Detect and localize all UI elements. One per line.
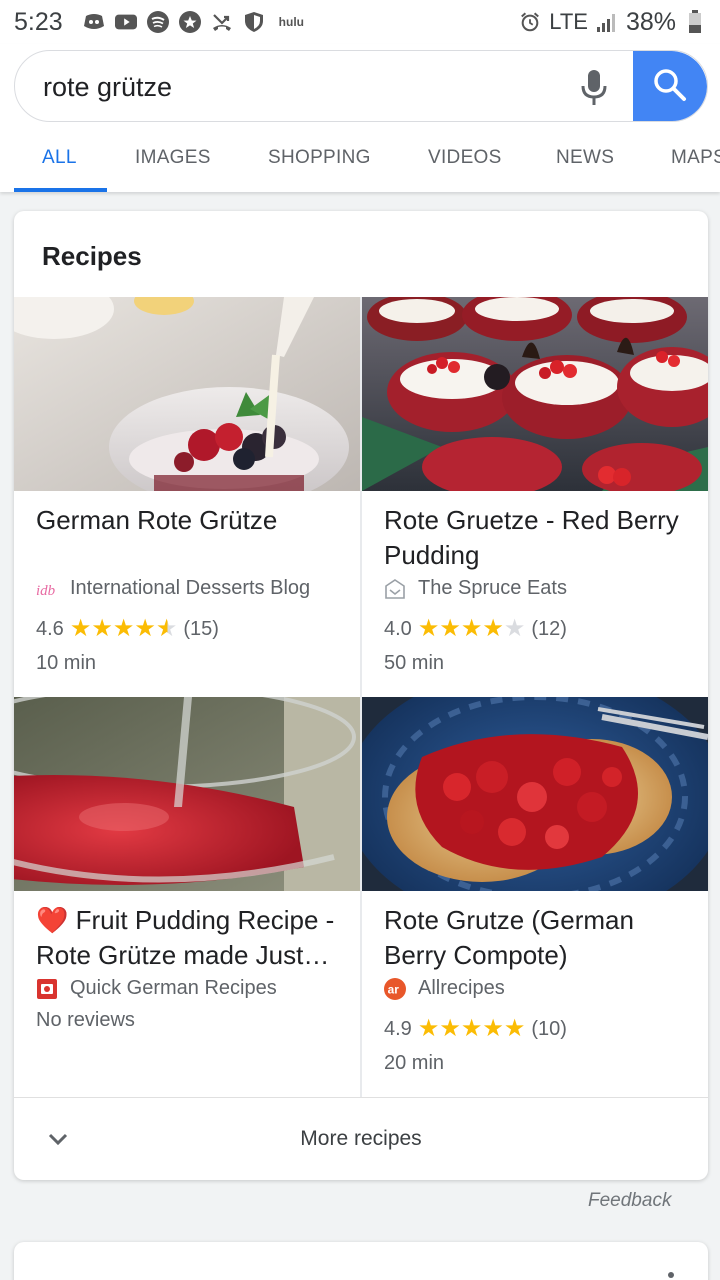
recipe-rating: 4.9 ★ ★ ★ ★ ★ (10) <box>384 1017 567 1041</box>
source-name: The Spruce Eats <box>418 577 567 599</box>
quick-german-recipes-logo-icon <box>36 978 58 1000</box>
signal-icon <box>596 11 618 33</box>
missed-call-icon <box>211 11 233 33</box>
heart-icon: ❤️ <box>36 905 69 935</box>
next-result-card <box>14 1242 708 1280</box>
search-tabs: ALL IMAGES SHOPPING VIDEOS NEWS MAPS <box>14 136 720 192</box>
tab-shopping[interactable]: SHOPPING <box>268 136 371 192</box>
source-name: Quick German Recipes <box>70 977 277 999</box>
review-count: (15) <box>183 617 219 640</box>
discord-icon <box>83 11 105 33</box>
recipe-source: idb International Desserts Blog <box>36 577 310 600</box>
recipe-title[interactable]: ❤️ Fruit Pudding Recipe - Rote Grütze ma… <box>36 903 346 973</box>
recipe-image <box>362 697 708 891</box>
tab-videos[interactable]: VIDEOS <box>428 136 502 192</box>
recipe-rating: 4.0 ★ ★ ★ ★ ★ (12) <box>384 617 567 641</box>
more-recipes-label: More recipes <box>300 1127 422 1150</box>
shield-icon <box>243 11 265 33</box>
review-count: (10) <box>531 1017 567 1040</box>
star-rating-icon: ★ ★ ★ ★ ★ <box>69 615 178 642</box>
tab-news[interactable]: NEWS <box>556 136 614 192</box>
source-name: Allrecipes <box>418 977 505 999</box>
search-box[interactable] <box>14 50 708 122</box>
cook-time: 20 min <box>384 1052 445 1074</box>
active-tab-indicator <box>14 188 107 192</box>
search-icon <box>653 68 687 107</box>
star-rating-icon: ★ ★ ★ ★ ★ <box>417 1015 526 1042</box>
allrecipes-logo-icon: ar <box>384 977 406 1000</box>
grid-divider <box>360 297 362 1097</box>
recipe-item[interactable]: Rote Gruetze - Red Berry Pudding The Spr… <box>362 297 708 697</box>
recipe-image <box>362 297 708 491</box>
rating-value: 4.9 <box>384 1017 412 1040</box>
status-bar: 5:23 hulu LTE 38% <box>0 0 720 44</box>
recipe-source: ar Allrecipes <box>384 977 505 1000</box>
tab-images[interactable]: IMAGES <box>135 136 211 192</box>
recipe-item[interactable]: German Rote Grütze idb International Des… <box>14 297 360 697</box>
microphone-icon[interactable] <box>579 69 609 107</box>
cook-time: 50 min <box>384 652 445 674</box>
recipe-item[interactable]: ❤️ Fruit Pudding Recipe - Rote Grütze ma… <box>14 697 360 1097</box>
chevron-down-icon <box>46 1127 70 1151</box>
svg-text:idb: idb <box>36 583 56 599</box>
recipe-image <box>14 697 360 891</box>
cook-time: 10 min <box>36 652 97 674</box>
more-options-icon[interactable] <box>668 1272 674 1278</box>
star-rating-icon: ★ ★ ★ ★ ★ <box>417 615 526 642</box>
tab-maps[interactable]: MAPS <box>671 136 720 192</box>
spruce-eats-logo-icon <box>384 578 406 600</box>
recipe-source: Quick German Recipes <box>36 977 277 1000</box>
rating-value: 4.0 <box>384 617 412 640</box>
idb-logo-icon: idb <box>36 578 58 600</box>
spotify-icon <box>146 11 169 33</box>
recipe-rating: 4.6 ★ ★ ★ ★ ★ (15) <box>36 617 219 641</box>
search-input[interactable] <box>43 51 563 121</box>
more-recipes-button[interactable]: More recipes <box>14 1098 708 1180</box>
search-header: ALL IMAGES SHOPPING VIDEOS NEWS MAPS <box>0 44 720 192</box>
youtube-icon <box>114 11 137 33</box>
app-icon <box>178 11 201 33</box>
rating-value: 4.6 <box>36 617 64 640</box>
recipe-image <box>14 297 360 491</box>
recipe-title[interactable]: German Rote Grütze <box>36 503 346 538</box>
no-reviews-label: No reviews <box>36 1009 135 1031</box>
recipe-title[interactable]: Rote Grutze (German Berry Compote) <box>384 903 694 973</box>
card-title: Recipes <box>42 241 142 271</box>
network-type: LTE <box>549 9 588 34</box>
hulu-icon: hulu <box>278 15 304 29</box>
recipes-card: Recipes German Rote Grütze idb Internati… <box>14 211 708 1180</box>
recipe-item[interactable]: Rote Grutze (German Berry Compote) ar Al… <box>362 697 708 1097</box>
review-count: (12) <box>531 617 567 640</box>
battery-icon <box>684 10 706 33</box>
svg-text:ar: ar <box>388 982 400 996</box>
tab-all[interactable]: ALL <box>42 136 77 192</box>
recipe-title[interactable]: Rote Gruetze - Red Berry Pudding <box>384 503 694 573</box>
recipe-source: The Spruce Eats <box>384 577 567 600</box>
source-name: International Desserts Blog <box>70 577 311 599</box>
alarm-icon <box>519 11 541 33</box>
feedback-link[interactable]: Feedback <box>588 1190 671 1212</box>
battery-percent: 38% <box>625 7 676 36</box>
search-button[interactable] <box>633 51 707 121</box>
status-time: 5:23 <box>14 7 63 36</box>
